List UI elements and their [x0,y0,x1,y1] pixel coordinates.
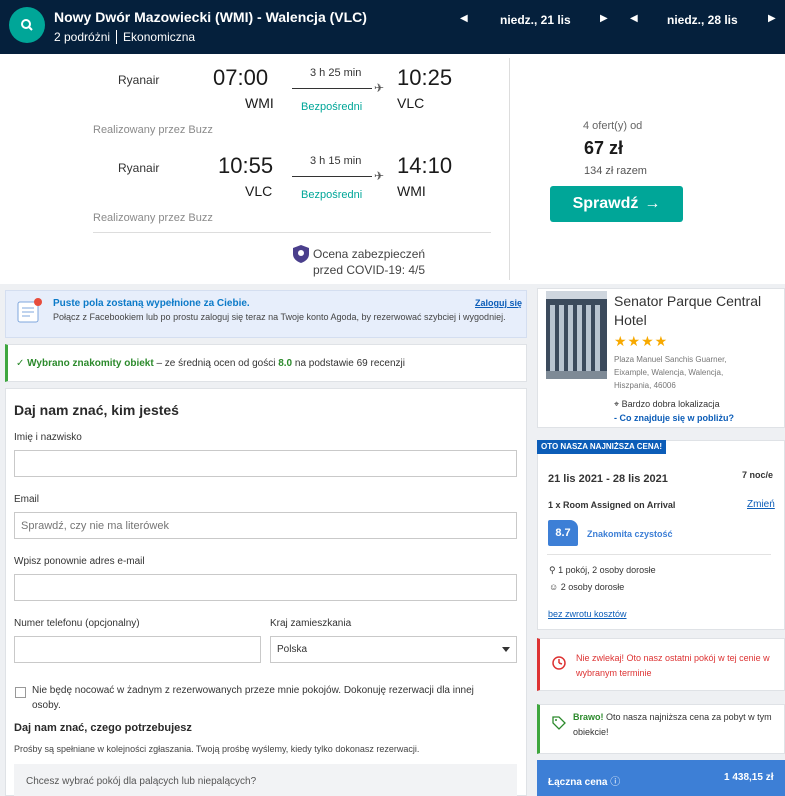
arrival-airport: VLC [397,95,425,111]
departure-airport: WMI [245,95,274,111]
smoking-preference-question: Chcesz wybrać pokój dla palących lub nie… [26,776,257,787]
departure-time: 07:00 [213,65,269,90]
route-title[interactable]: Nowy Dwór Mazowiecki (WMI) - Walencja (V… [54,9,367,25]
hotel-address: Plaza Manuel Sanchis Guarner, Eixample, … [614,355,727,390]
date-out[interactable]: niedz., 21 lis [500,13,571,27]
special-requests-text: Prośby są spełniane w kolejności zgłasza… [14,744,420,754]
country-select[interactable]: Polska [270,636,517,663]
divider [547,554,771,555]
flight-line [292,88,372,89]
booking-for-other-checkbox[interactable] [15,687,26,698]
search-button[interactable] [9,7,45,43]
facebook-banner-text: Połącz z Facebookiem lub po prostu zalog… [53,312,506,322]
total-price-label: Łączna cena ⓘ [548,777,621,788]
operated-by: Realizowany przez Buzz [93,212,213,224]
chevron-down-icon [502,647,510,652]
check-icon: ✓ [16,358,25,369]
route-subtitle[interactable]: 2 podróżni Ekonomiczna [54,30,195,44]
departure-airport: VLC [245,183,273,199]
flight-price: 67 zł [584,138,624,158]
form-title: Daj nam znać, kim jesteś [14,402,179,418]
country-label: Kraj zamieszkania [270,618,352,629]
departure-time: 10:55 [218,153,274,178]
cleanliness-label: Znakomita czystość [587,529,673,539]
autofill-form-icon [17,298,42,323]
hotel-name[interactable]: Senator Parque Central Hotel [614,292,782,330]
stay-dates: 21 lis 2021 - 28 lis 2021 [548,473,668,485]
arrival-airport: WMI [397,183,426,199]
name-label: Imię i nazwisko [14,432,82,443]
clock-icon [552,656,566,670]
map-pin-icon: ⌖ [614,399,620,409]
great-property-text: ✓ Wybrano znakomity obiekt – ze średnią … [16,358,405,369]
airline-name: Ryanair [118,161,160,175]
flight-duration: 3 h 25 min [310,67,362,79]
email-confirm-field[interactable] [14,574,517,601]
offers-count: 4 ofert(y) od [583,120,643,132]
date-out-next-icon[interactable]: ▶ [600,13,608,24]
date-back-next-icon[interactable]: ▶ [768,13,776,24]
best-price-text: Brawo! Oto nasza najniższa cena za pobyt… [573,712,772,737]
booking-for-other-label: Nie będę nocować w żadnym z rezerwowanyc… [32,685,474,711]
divider [116,30,118,44]
guests-icon: ☺ [549,582,559,592]
star-rating-icon: ★★★★ [614,333,669,349]
total-price-value: 1 438,15 zł [724,772,774,783]
guests-count: ☺ 2 osoby dorosłe [549,582,625,592]
arrival-time: 14:10 [397,153,453,178]
plane-icon: ✈ [374,169,385,183]
person-icon: ⚲ [549,565,556,575]
tag-icon [552,716,566,730]
hotel-photo [546,291,607,379]
operated-by: Realizowany przez Buzz [93,124,213,136]
flight-duration: 3 h 15 min [310,155,362,167]
flight-total-price: 134 zł razem [584,165,647,177]
plane-icon: ✈ [374,81,385,95]
info-icon[interactable]: ⓘ [610,777,620,788]
email-label: Email [14,494,40,505]
cleanliness-score: 8.7 [548,520,578,546]
phone-field[interactable] [14,636,261,663]
arrow-right-icon: → [644,195,661,212]
stops-label: Bezpośredni [301,189,363,201]
refund-policy-link[interactable]: bez zwrotu kosztów [548,609,627,619]
cabin-class: Ekonomiczna [123,30,196,44]
room-occupancy: ⚲ 1 pokój, 2 osoby dorosłe [549,565,656,575]
email-confirm-label: Wpisz ponownie adres e-mail [14,556,145,567]
room-type: 1 x Room Assigned on Arrival [548,500,676,510]
covid-rating[interactable]: Ocena zabezpieczeń przed COVID-19: 4/5 [313,246,425,278]
lowest-price-badge: OTO NASZA NAJNIŻSZA CENA! [537,440,667,454]
stops-label: Bezpośredni [301,101,363,113]
location-rating: ⌖ Bardzo dobra lokalizacja [614,399,720,409]
special-requests-title: Daj nam znać, czego potrzebujesz [14,722,192,734]
arrival-time: 10:25 [397,65,453,90]
check-button[interactable]: Sprawdź → [550,186,683,222]
search-icon [21,19,33,31]
travellers-count: 2 podróżni [54,30,111,44]
email-field[interactable] [14,512,517,539]
divider [93,232,491,233]
airline-name: Ryanair [118,73,160,87]
nearby-link[interactable]: - Co znajduje się w pobliżu? [614,413,734,423]
last-room-text: Nie zwlekaj! Oto nasz ostatni pokój w te… [576,653,770,678]
top-bar: Nowy Dwór Mazowiecki (WMI) - Walencja (V… [0,0,785,54]
date-back[interactable]: niedz., 28 lis [667,13,738,27]
date-back-prev-icon[interactable]: ◀ [630,13,638,24]
shield-icon [293,245,309,263]
name-field[interactable] [14,450,517,477]
nights-count: 7 noc/e [742,470,774,480]
flight-line [292,176,372,177]
facebook-banner-title: Puste pola zostaną wypełnione za Ciebie. [53,298,250,309]
phone-label: Numer telefonu (opcjonalny) [14,618,140,629]
date-out-prev-icon[interactable]: ◀ [460,13,468,24]
login-link[interactable]: Zaloguj się [475,298,522,308]
divider [509,58,510,280]
change-room-link[interactable]: Zmień [747,499,775,510]
